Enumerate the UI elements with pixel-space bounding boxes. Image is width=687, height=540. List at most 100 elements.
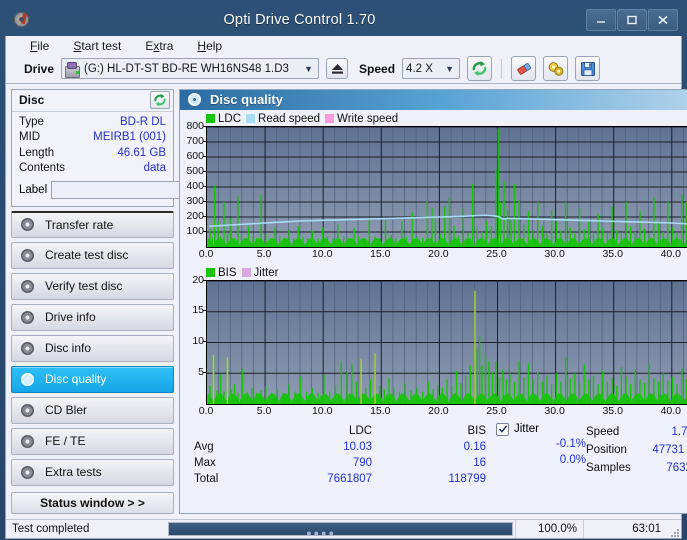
y-tick-label: 500	[186, 165, 204, 177]
sidebar-item-verify-test-disc[interactable]: Verify test disc	[11, 273, 174, 300]
menu-item-extra[interactable]: Extra	[143, 38, 175, 54]
disc-icon	[188, 93, 203, 106]
elapsed-time: 63:01	[583, 520, 667, 538]
chart-bis-legend: BIS Jitter	[182, 266, 687, 280]
x-tick-label: 20.0	[428, 248, 448, 260]
minimize-icon[interactable]	[586, 9, 616, 31]
eraser-button[interactable]	[511, 56, 536, 81]
disc-icon	[21, 249, 36, 262]
chart-bis: BIS Jitter 5101520 2%4%6%8%10%	[180, 264, 687, 419]
speed-select[interactable]: 4.2 X ▼	[402, 58, 460, 79]
cell-avg-ldc: 10.03	[244, 439, 376, 455]
sidebar-item-label: Disc quality	[45, 372, 106, 386]
refresh-button[interactable]	[467, 56, 492, 81]
disc-row-mid-key: MID	[19, 130, 40, 146]
legend-swatch	[246, 114, 255, 123]
jitter-checkbox-row[interactable]: Jitter	[496, 423, 586, 436]
sidebar-item-disc-quality[interactable]: Disc quality	[11, 366, 174, 393]
results-table: LDC BIS Avg 10.03 0.16 Max 790	[190, 423, 490, 513]
app-window: Opti Drive Control 1.70 FFileile Start t…	[0, 0, 687, 540]
disc-row-contents-value: data	[144, 161, 166, 177]
disc-icon	[21, 373, 36, 386]
results-area: LDC BIS Avg 10.03 0.16 Max 790	[180, 419, 687, 513]
sidebar-item-fe-te[interactable]: FE / TE	[11, 428, 174, 455]
maximize-icon[interactable]	[617, 9, 647, 31]
disc-panel: Disc Type BD-	[11, 89, 174, 207]
menu-item-help[interactable]: Help	[195, 38, 224, 54]
main-panel: Disc quality LDC Read speed	[179, 89, 687, 514]
status-bar: Test completed ●●●● 100.0% 63:01	[6, 519, 681, 538]
column-header-bis: BIS	[376, 423, 490, 439]
menu-bar: FFileile Start test Extra Help	[6, 36, 681, 55]
close-icon[interactable]	[648, 9, 678, 31]
sidebar-item-create-test-disc[interactable]: Create test disc	[11, 242, 174, 269]
disc-row-type-value: BD-R DL	[120, 115, 166, 131]
legend-label: LDC	[218, 113, 241, 125]
jitter-label: Jitter	[514, 423, 539, 435]
window-controls	[586, 9, 678, 31]
save-button[interactable]	[575, 56, 600, 81]
eraser-icon	[515, 61, 533, 77]
disc-icon	[21, 466, 36, 479]
save-icon	[580, 61, 596, 77]
table-header-row: LDC BIS	[190, 423, 490, 439]
settings-button[interactable]	[543, 56, 568, 81]
x-tick-label: 10.0	[312, 248, 332, 260]
toolbar-separator	[501, 59, 502, 79]
resize-grip[interactable]	[667, 520, 681, 538]
legend-label: BIS	[218, 267, 237, 279]
sidebar-item-extra-tests[interactable]: Extra tests	[11, 459, 174, 486]
sidebar-item-disc-info[interactable]: Disc info	[11, 335, 174, 362]
disc-icon	[21, 435, 36, 448]
legend-item-read-speed: Read speed	[246, 113, 320, 125]
eject-button[interactable]	[326, 58, 348, 79]
disc-info-rows: Type BD-R DL MID MEIRB1 (001) Length 46.…	[12, 112, 173, 206]
sidebar-item-label: Disc info	[45, 341, 91, 355]
disc-row-length-value: 46.61 GB	[117, 146, 166, 162]
refresh-icon	[153, 93, 167, 107]
chart-bis-y-axis: 5101520	[182, 280, 206, 403]
cell-max-jitter: 0.0%	[496, 452, 586, 468]
legend-label: Read speed	[258, 113, 320, 125]
client-area: FFileile Start test Extra Help Drive (G:…	[5, 36, 682, 539]
sidebar-item-drive-info[interactable]: Drive info	[11, 304, 174, 331]
y-tick-label: 800	[186, 120, 204, 132]
sidebar-item-label: Create test disc	[45, 248, 128, 262]
legend-item-ldc: LDC	[206, 113, 241, 125]
chart-bis-x-axis: 0.05.010.015.020.025.030.035.040.045.050…	[206, 405, 687, 419]
disc-row-type: Type BD-R DL	[19, 115, 166, 131]
drive-select[interactable]: (G:) HL-DT-ST BD-RE WH16NS48 1.D3 ▼	[61, 58, 319, 79]
legend-item-bis: BIS	[206, 267, 237, 279]
main-header-title: Disc quality	[210, 92, 283, 107]
sidebar-item-cd-bler[interactable]: CD Bler	[11, 397, 174, 424]
cell-max-bis: 16	[376, 455, 490, 471]
row-label-max: Max	[190, 455, 244, 471]
row-label-avg: Avg	[190, 439, 244, 455]
table-row: Avg 10.03 0.16	[190, 439, 490, 455]
x-tick-label: 40.0	[661, 248, 681, 260]
main-header: Disc quality	[180, 90, 687, 110]
chevron-down-icon: ▼	[301, 64, 316, 74]
menu-item-start-test[interactable]: Start test	[71, 38, 123, 54]
speed-result-value: 1.75 X	[639, 423, 687, 441]
x-tick-label: 35.0	[602, 248, 622, 260]
sidebar-item-transfer-rate[interactable]: Transfer rate	[11, 211, 174, 238]
status-window-button[interactable]: Status window > >	[11, 492, 174, 514]
title-bar: Opti Drive Control 1.70	[5, 4, 682, 36]
x-tick-label: 35.0	[602, 405, 622, 417]
cell-total-ldc: 7661807	[244, 471, 376, 487]
legend-swatch	[206, 268, 215, 277]
sidebar-item-label: Extra tests	[45, 465, 102, 479]
x-tick-label: 40.0	[661, 405, 681, 417]
disc-refresh-button[interactable]	[150, 91, 170, 109]
menu-item-file[interactable]: FFileile	[28, 38, 51, 54]
legend-item-jitter: Jitter	[242, 267, 279, 279]
eject-icon	[331, 62, 344, 75]
window-title: Opti Drive Control 1.70	[13, 12, 586, 28]
speed-select-value: 4.2 X	[406, 63, 442, 75]
table-row: Max 790 16	[190, 455, 490, 471]
app-disc-icon	[13, 11, 31, 29]
toolbar: Drive (G:) HL-DT-ST BD-RE WH16NS48 1.D3 …	[6, 55, 681, 83]
jitter-checkbox[interactable]	[496, 423, 509, 436]
disc-icon	[21, 342, 36, 355]
